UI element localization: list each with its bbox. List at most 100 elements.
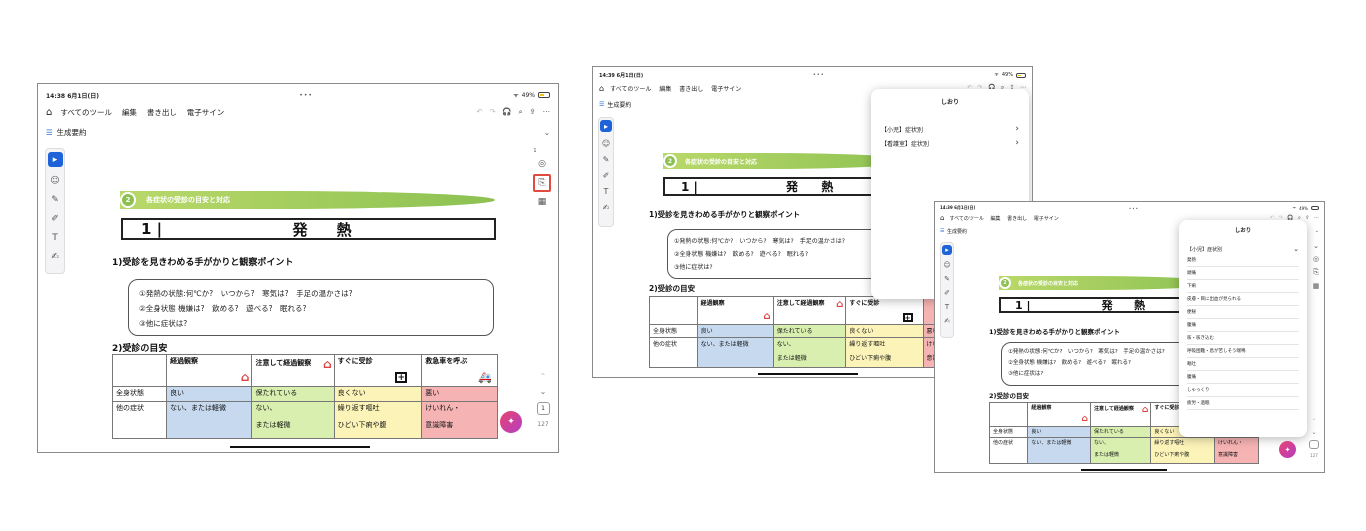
esign-menu[interactable]: 電子サイン	[711, 86, 741, 93]
bookmark-button-highlighted[interactable]: ⎘	[533, 174, 551, 192]
status-dots: •••	[812, 72, 825, 78]
esign-menu[interactable]: 電子サイン	[1034, 216, 1059, 222]
bookmark-icon: ⎘	[538, 178, 546, 188]
select-tool-icon[interactable]: ▸	[47, 152, 63, 167]
edit-menu[interactable]: 編集	[122, 108, 137, 117]
text-tool-icon[interactable]: T	[604, 187, 609, 196]
all-tools-menu[interactable]: すべてのツール	[610, 86, 651, 93]
row-label	[111, 418, 168, 439]
export-menu[interactable]: 書き出し	[1007, 216, 1027, 222]
bookmark-item[interactable]: 【小児】症状別 ›	[881, 122, 1019, 136]
bookmark-child-item[interactable]: 呼吸困難・息が苦しそう喘鳴	[1187, 345, 1299, 358]
grid-icon[interactable]: ▦	[1313, 282, 1320, 290]
row-label	[649, 351, 698, 368]
ai-assistant-button[interactable]: ✦	[1279, 441, 1296, 458]
summary-label[interactable]: 生成要約	[947, 228, 967, 235]
chevron-up-icon[interactable]: ⌃	[540, 372, 547, 381]
home-icon[interactable]: ⌂	[599, 84, 604, 93]
highlighter-tool-icon[interactable]: ✐	[603, 171, 610, 180]
export-menu[interactable]: 書き出し	[147, 108, 177, 117]
more-icon[interactable]: ⋯	[1314, 215, 1319, 221]
edit-menu[interactable]: 編集	[659, 86, 671, 93]
table-corner	[988, 402, 1029, 427]
comment-tool-icon[interactable]: ☺	[943, 261, 950, 269]
chevron-down-icon[interactable]: ⌄	[540, 387, 547, 396]
header-careful: 注意して経過観察 ⌂	[1089, 402, 1152, 427]
export-menu[interactable]: 書き出し	[679, 86, 703, 93]
stamp-tool-icon[interactable]: ✍	[603, 203, 610, 212]
house-icon: ⌂	[1141, 405, 1149, 415]
home-icon[interactable]: ⌂	[940, 214, 944, 222]
table-cell: ない、または軽微	[166, 401, 253, 419]
search-icon[interactable]: ⌕	[519, 107, 523, 117]
more-icon[interactable]: ⋯	[543, 107, 551, 117]
stamp-tool-icon[interactable]: ✍	[944, 317, 950, 325]
guideline-table: 経過観察 ⌂ 注意して経過観察 ⌂ すぐに受診 + 救急車を呼ぶ 🚑 全身状態 …	[111, 354, 498, 439]
pen-tool-icon[interactable]: ✎	[51, 195, 59, 205]
highlighter-tool-icon[interactable]: ✐	[51, 214, 59, 224]
chat-icon[interactable]: ◎	[1313, 255, 1319, 263]
battery-icon	[537, 92, 550, 98]
status-dots: •••	[1128, 205, 1139, 211]
chat-icon[interactable]: ◎	[538, 159, 546, 169]
undo-icon[interactable]: ↶	[476, 107, 482, 117]
battery-icon	[1310, 206, 1319, 210]
bookmark-child-label: しゃっくり	[1187, 388, 1210, 393]
bookmark-child-item[interactable]: 嘔吐	[1187, 358, 1299, 371]
share-icon[interactable]: ⇪	[1305, 215, 1309, 221]
bookmark-child-item[interactable]: 皮膚・目に出血が見られる	[1187, 293, 1299, 306]
pen-tool-icon[interactable]: ✎	[603, 155, 610, 164]
bookmark-item[interactable]: 【看護室】症状別 ›	[881, 136, 1019, 150]
bookmark-child-item[interactable]: 咳・咳き込む	[1187, 332, 1299, 345]
bookmark-child-item[interactable]: 腹痛	[1187, 371, 1299, 384]
pen-tool-icon[interactable]: ✎	[944, 275, 950, 283]
headphones-icon[interactable]: 🎧	[502, 107, 511, 117]
ai-assistant-button[interactable]: ✦	[500, 411, 522, 433]
highlighter-tool-icon[interactable]: ✐	[944, 289, 950, 297]
comment-tool-icon[interactable]: ☺	[602, 139, 610, 148]
select-tool-icon[interactable]: ▸	[942, 245, 952, 255]
guideline-table: 経過観察 ⌂ 注意して経過観察 ⌂ すぐに受診 + 全身状態 良い 保たれている…	[649, 296, 970, 368]
header-ambulance: 救急車を呼ぶ 🚑	[421, 354, 498, 387]
home-icon[interactable]: ⌂	[46, 107, 52, 118]
bookmark-child-item[interactable]: 疲労・過眠	[1187, 397, 1299, 410]
table-cell: または軽微	[251, 418, 335, 439]
summary-bar: ☰ 生成要約 ⌄	[38, 124, 558, 140]
bookmark-child-item[interactable]: 腹痛	[1187, 319, 1299, 332]
text-tool-icon[interactable]: T	[945, 303, 949, 311]
all-tools-menu[interactable]: すべてのツール	[60, 108, 112, 117]
all-tools-menu[interactable]: すべてのツール	[949, 216, 983, 222]
row-label: 他の症状	[111, 401, 168, 419]
share-icon[interactable]: ⇪	[529, 107, 535, 117]
chevron-up-icon[interactable]: ⌃	[1311, 418, 1316, 425]
chevron-down-icon[interactable]: ⌄	[544, 128, 550, 137]
bookmark-children: 発熱 頭痛 下痢 皮膚・目に出血が見られる 便秘 腹痛 咳・咳き込む 呼吸困難・息が苦しそう喘…	[1187, 254, 1299, 410]
text-tool-icon[interactable]: T	[52, 233, 58, 243]
bookmark-child-item[interactable]: しゃっくり	[1187, 384, 1299, 397]
select-tool-icon[interactable]: ▸	[600, 120, 612, 132]
grid-icon[interactable]: ▦	[538, 197, 547, 207]
heading-observation: 1)受診を見きわめる手がかりと観察ポイント	[112, 258, 294, 268]
summary-label[interactable]: 生成要約	[607, 100, 631, 109]
stamp-tool-icon[interactable]: ✍	[51, 252, 59, 262]
bookmark-child-item[interactable]: 頭痛	[1187, 267, 1299, 280]
chevron-down-icon[interactable]: ⌄	[1315, 228, 1319, 234]
summary-label[interactable]: 生成要約	[56, 127, 86, 138]
page-current[interactable]: 1	[536, 402, 550, 415]
bookmark-child-item[interactable]: 下痢	[1187, 280, 1299, 293]
redo-icon[interactable]: ↷	[489, 107, 495, 117]
table-cell: ない、または軽微	[696, 337, 774, 352]
edit-menu[interactable]: 編集	[991, 216, 1001, 222]
page-current[interactable]	[1309, 440, 1319, 449]
row-label: 全身状態	[111, 386, 168, 402]
point-1: ①発熱の状態:何℃か? いつから? 寒気は? 手足の温かさは?	[139, 289, 353, 298]
bookmark-child-label: 便秘	[1187, 310, 1196, 315]
bookmark-item-expanded[interactable]: 【小児】症状別 ⌄	[1187, 244, 1299, 254]
bookmark-icon[interactable]: ⎘	[1313, 268, 1319, 277]
comment-tool-icon[interactable]: ☺	[50, 176, 59, 186]
bookmark-child-item[interactable]: 便秘	[1187, 306, 1299, 319]
chevron-down-icon[interactable]: ⌄	[1311, 429, 1316, 436]
bookmark-child-item[interactable]: 発熱	[1187, 254, 1299, 267]
chevron-down-icon[interactable]: ⌄	[1313, 242, 1319, 250]
esign-menu[interactable]: 電子サイン	[187, 108, 225, 117]
